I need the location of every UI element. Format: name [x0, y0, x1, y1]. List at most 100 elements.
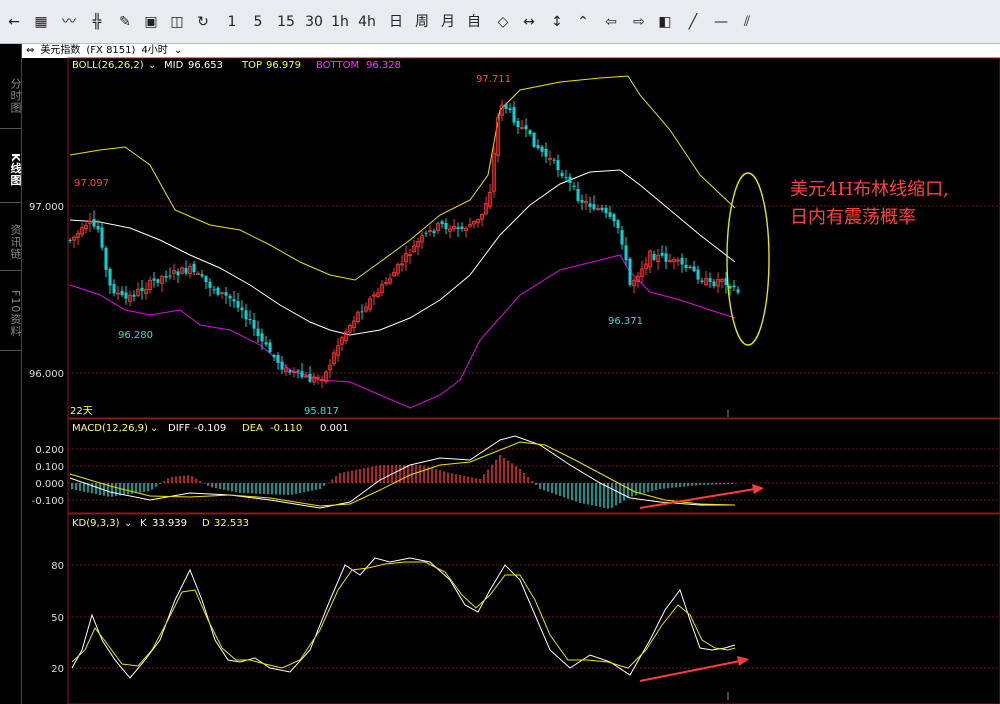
candle-body [732, 285, 736, 288]
macd-dea-value: -0.110 [270, 423, 302, 434]
candle-body [200, 274, 204, 277]
candle-body [204, 276, 208, 283]
candle-body [652, 253, 656, 260]
candle-body [512, 107, 516, 123]
candle-body [216, 287, 220, 295]
candle-body [572, 185, 576, 188]
macd-tick-0.1: 0.100 [35, 462, 64, 473]
chevron-down-icon: ⌄ [124, 518, 132, 529]
price-low-label: 95.817 [304, 406, 339, 417]
kd-d-value: 32.533 [214, 518, 249, 529]
candle-body [184, 268, 188, 274]
candle-body [508, 108, 512, 111]
candle-body [616, 220, 620, 229]
candle-body [696, 269, 700, 280]
kd-k-label: K [140, 518, 147, 529]
candle-body [68, 239, 72, 241]
candle-body [104, 247, 108, 270]
candle-body [456, 227, 460, 229]
candle-body [280, 361, 284, 370]
macd-dea-line [69, 441, 736, 507]
candle-body [288, 370, 292, 373]
candle-body [92, 219, 96, 227]
macd-diff-label: DIFF [168, 423, 190, 434]
candle-body [244, 310, 248, 320]
boll-top-line [69, 75, 736, 281]
macd-name: MACD(12,26,9) [72, 423, 148, 434]
candle-body [360, 311, 364, 313]
candle-body [680, 257, 684, 265]
macd-arrow-head [752, 484, 764, 494]
macd-header: MACD(12,26,9) ⌄ DIFF -0.109 DEA -0.110 0… [72, 423, 349, 434]
candle-body [516, 120, 520, 128]
candle-body [460, 226, 464, 229]
candle-body [568, 176, 572, 183]
macd-dea-label: DEA [242, 423, 263, 434]
candle-body [536, 145, 540, 149]
kd-panel-border [67, 513, 1000, 704]
candle-body [176, 271, 180, 276]
price-low-right-label: 96.371 [608, 316, 643, 327]
price-tick-96: 96.000 [29, 369, 64, 380]
candle-body [164, 276, 168, 278]
candle-body [544, 148, 548, 157]
kd-tick-50: 50 [51, 613, 64, 624]
kd-k-value: 33.939 [152, 518, 187, 529]
candle-body [564, 177, 568, 179]
candle-body [688, 266, 692, 268]
macd-tick-0.2: 0.200 [35, 445, 64, 456]
candle-body [432, 230, 436, 234]
boll-top-label: TOP [241, 60, 262, 71]
macd-lines [69, 435, 736, 509]
candle-body [192, 263, 196, 273]
candle-body [224, 292, 228, 296]
candle-body [620, 230, 624, 245]
squeeze-ellipse [726, 172, 770, 346]
candle-body [524, 125, 528, 130]
boll-top-value: 96.979 [266, 60, 301, 71]
kd-header: KD(9,3,3) ⌄ K 33.939 D 32.533 [72, 518, 249, 529]
candle-body [528, 130, 532, 135]
candle-body [576, 188, 580, 201]
candle-body [532, 132, 536, 147]
candle-body [664, 253, 668, 262]
price-low-left-label: 96.280 [118, 330, 153, 341]
boll-header: BOLL(26,26,2) ⌄ MID 96.653 TOP 96.979 BO… [72, 60, 401, 71]
candle-body [592, 204, 596, 210]
candle-body [268, 342, 272, 353]
annotation-line-2: 日内有震荡概率 [790, 207, 916, 228]
boll-mid-value: 96.653 [188, 60, 223, 71]
candle-body [712, 281, 716, 287]
candle-body [276, 355, 280, 363]
candle-body [208, 281, 212, 288]
candle-body [132, 294, 136, 297]
kd-d-line [71, 561, 736, 669]
price-high-left-label: 97.097 [74, 178, 109, 189]
candle-body [708, 278, 712, 282]
candle-body [228, 295, 232, 299]
candle-body [124, 292, 128, 299]
candle-body [728, 286, 732, 289]
boll-mid-line [69, 169, 736, 336]
candle-body [232, 299, 236, 302]
candle-body [248, 319, 252, 321]
macd-histogram [71, 455, 733, 509]
candle-body [624, 245, 628, 261]
candle-body [112, 283, 116, 294]
candle-body [100, 227, 104, 248]
candle-body [700, 280, 704, 282]
chart-canvas[interactable]: 97.000 96.000 0.200 0.100 0.000 -0.100 8… [0, 0, 1000, 704]
candle-body [444, 222, 448, 230]
candle-body [588, 203, 592, 207]
macd-diff-line [69, 435, 735, 509]
candle-body [736, 289, 740, 293]
candle-body [252, 320, 256, 329]
candle-body [440, 221, 444, 225]
candle-body [108, 269, 112, 286]
candle-body [168, 275, 172, 277]
candle-body [272, 354, 276, 357]
candle-body [156, 279, 160, 283]
candle-body [120, 290, 124, 296]
candle-body [552, 159, 556, 161]
macd-tick-neg0.1: -0.100 [32, 496, 64, 507]
